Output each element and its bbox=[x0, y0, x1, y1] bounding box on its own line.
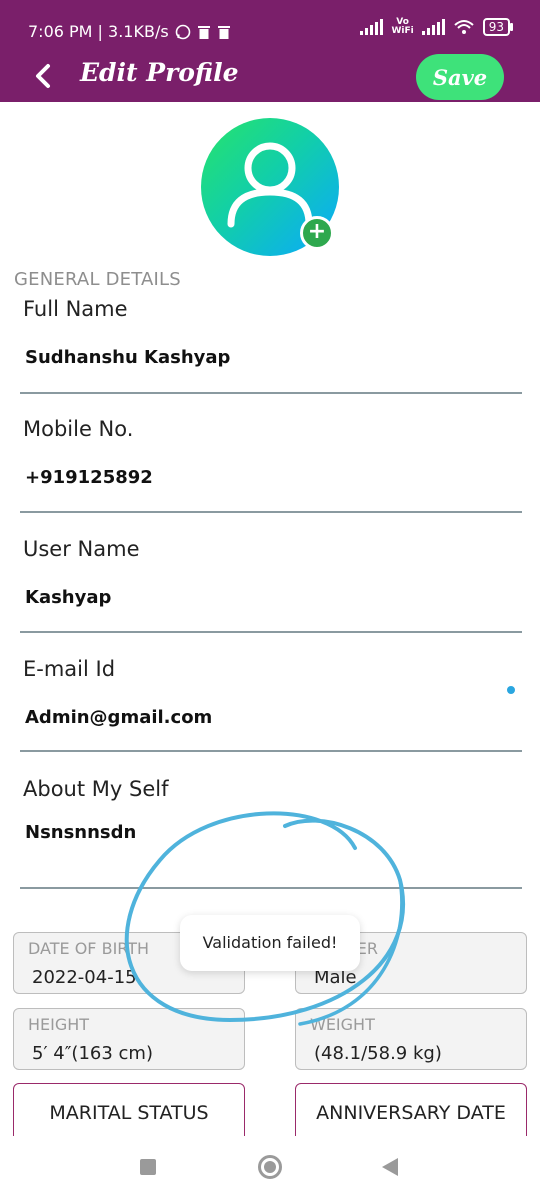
dot-indicator bbox=[507, 686, 515, 694]
square-icon[interactable] bbox=[140, 1159, 156, 1175]
email-field[interactable]: Admin@gmail.com bbox=[25, 707, 212, 728]
marital-status-button[interactable]: MARITAL STATUS bbox=[13, 1083, 245, 1143]
save-button[interactable]: Save bbox=[416, 54, 504, 100]
triangle-back-icon[interactable] bbox=[382, 1158, 398, 1176]
page-title: Edit Profile bbox=[80, 58, 239, 87]
dob-label: DATE OF BIRTH bbox=[28, 939, 150, 958]
section-label: GENERAL DETAILS bbox=[14, 269, 181, 290]
trash-icon bbox=[217, 25, 230, 39]
about-field[interactable]: Nsnsnnsdn bbox=[25, 822, 136, 843]
system-nav-bar bbox=[0, 1136, 540, 1200]
mobile-field[interactable]: +919125892 bbox=[25, 467, 153, 488]
weight-field[interactable]: WEIGHT (48.1/58.9 kg) bbox=[295, 1008, 527, 1070]
username-label: User Name bbox=[23, 537, 140, 561]
height-value: 5′ 4″(163 cm) bbox=[32, 1043, 153, 1064]
trash-icon bbox=[197, 25, 210, 39]
divider bbox=[20, 750, 522, 752]
signal-icon bbox=[360, 19, 384, 35]
weight-label: WEIGHT bbox=[310, 1015, 375, 1034]
signal-icon bbox=[421, 19, 445, 35]
full-name-field[interactable]: Sudhanshu Kashyap bbox=[25, 347, 230, 368]
plus-icon: + bbox=[307, 219, 327, 244]
height-field[interactable]: HEIGHT 5′ 4″(163 cm) bbox=[13, 1008, 245, 1070]
add-photo-button[interactable]: + bbox=[300, 216, 334, 250]
app-bar: Edit Profile Save bbox=[0, 50, 540, 102]
toast-message: Validation failed! bbox=[180, 915, 360, 971]
full-name-label: Full Name bbox=[23, 297, 128, 321]
anniversary-date-label: ANNIVERSARY DATE bbox=[316, 1102, 506, 1124]
whatsapp-icon bbox=[175, 24, 190, 39]
battery-indicator: 93 bbox=[482, 18, 514, 36]
status-time: 7:06 PM | 3.1KB/s bbox=[28, 22, 169, 41]
about-label: About My Self bbox=[23, 777, 169, 801]
vowifi-badge: Vo WiFi bbox=[391, 17, 414, 36]
circle-icon[interactable] bbox=[258, 1155, 282, 1179]
marital-status-label: MARITAL STATUS bbox=[49, 1102, 209, 1124]
height-label: HEIGHT bbox=[28, 1015, 90, 1034]
divider bbox=[20, 631, 522, 633]
divider bbox=[20, 511, 522, 513]
mobile-label: Mobile No. bbox=[23, 417, 134, 441]
anniversary-date-button[interactable]: ANNIVERSARY DATE bbox=[295, 1083, 527, 1143]
wifi-icon bbox=[454, 20, 474, 34]
chevron-left-icon[interactable] bbox=[30, 62, 58, 90]
dob-value: 2022-04-15 bbox=[32, 967, 137, 988]
divider bbox=[20, 887, 522, 889]
username-field[interactable]: Kashyap bbox=[25, 587, 111, 608]
email-label: E-mail Id bbox=[23, 657, 116, 681]
weight-value: (48.1/58.9 kg) bbox=[314, 1043, 442, 1064]
top-bar: 7:06 PM | 3.1KB/s Vo WiFi 93 Edit Profil… bbox=[0, 0, 540, 102]
divider bbox=[20, 392, 522, 394]
